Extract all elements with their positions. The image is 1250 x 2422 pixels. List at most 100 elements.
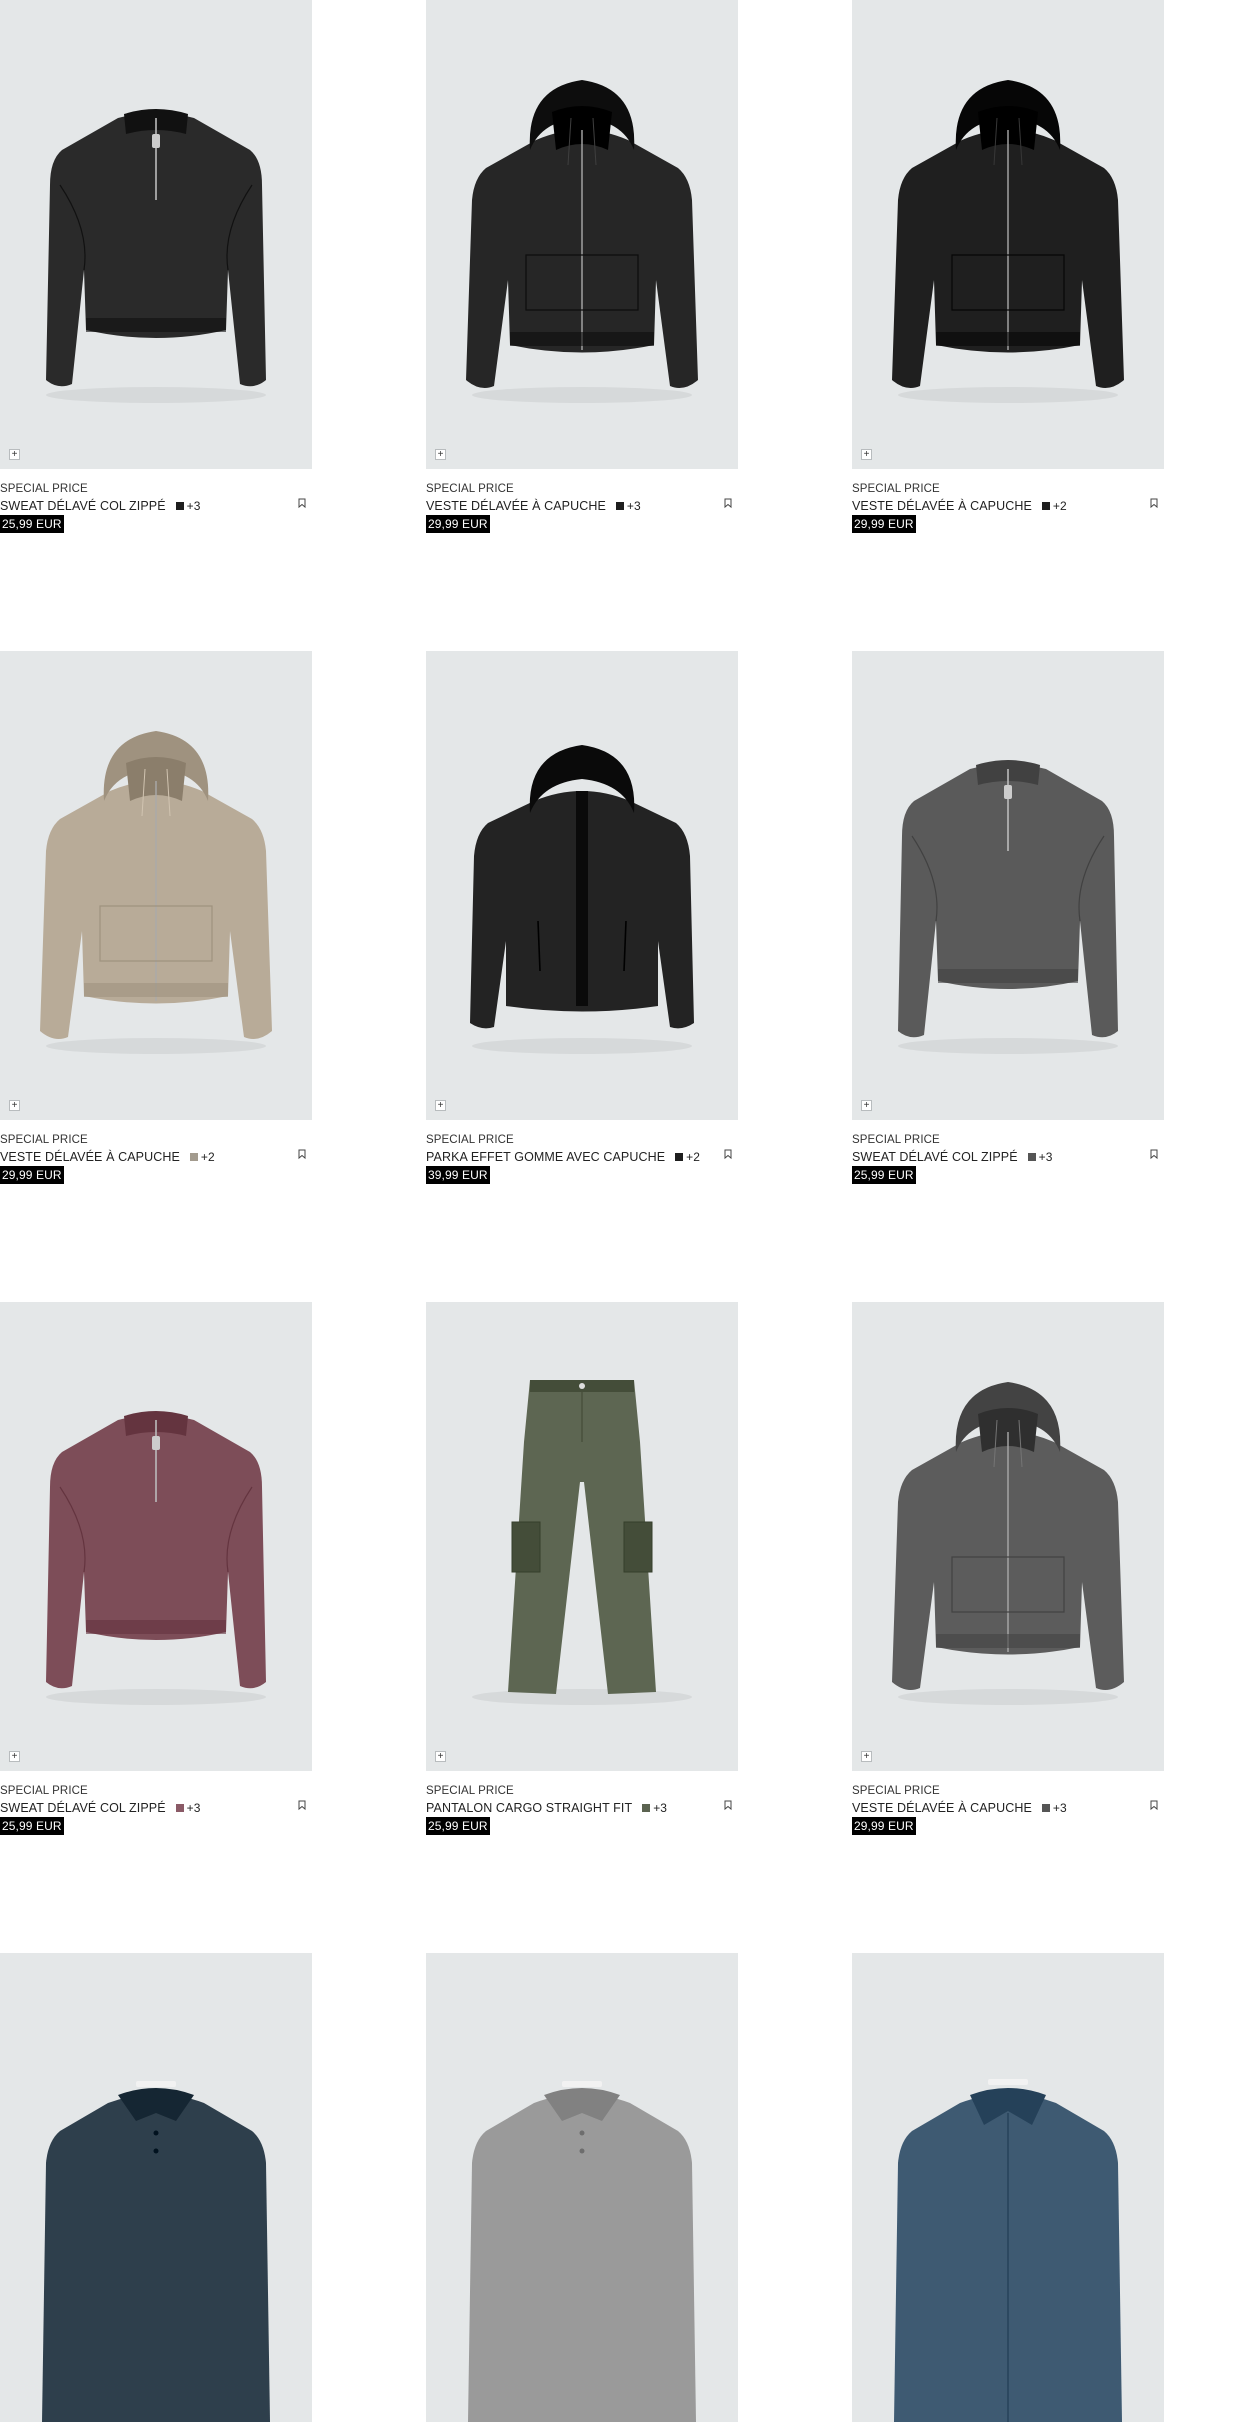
- more-colors-count[interactable]: +3: [1039, 1150, 1053, 1164]
- promo-tag: SPECIAL PRICE: [852, 483, 940, 495]
- more-colors-count[interactable]: +3: [653, 1801, 667, 1815]
- product-name-row: PANTALON CARGO STRAIGHT FIT +3: [426, 1798, 738, 1817]
- product-name-row: VESTE DÉLAVÉE À CAPUCHE +3: [426, 496, 738, 515]
- promo-tag: SPECIAL PRICE: [852, 1134, 940, 1146]
- quick-add-plus-icon[interactable]: +: [435, 1100, 446, 1111]
- product-info: SPECIAL PRICE SWEAT DÉLAVÉ COL ZIPPÉ +3 25,…: [0, 469, 312, 533]
- bookmark-icon[interactable]: [1148, 1147, 1160, 1161]
- product-name-link[interactable]: SWEAT DÉLAVÉ COL ZIPPÉ: [0, 499, 166, 513]
- color-swatch[interactable]: [1027, 1152, 1036, 1161]
- product-card[interactable]: [426, 1953, 738, 2422]
- bookmark-icon[interactable]: [1148, 496, 1160, 510]
- more-colors-count[interactable]: +3: [627, 499, 641, 513]
- quick-add-plus-icon[interactable]: +: [9, 449, 20, 460]
- product-grid: + SPECIAL PRICE SWEAT DÉLAVÉ COL ZIPPÉ +3 25…: [0, 0, 1250, 2422]
- color-swatch[interactable]: [615, 501, 624, 510]
- bookmark-icon[interactable]: [1148, 1798, 1160, 1812]
- promo-tag: SPECIAL PRICE: [852, 1785, 940, 1797]
- polo-garment: [42, 2081, 270, 2422]
- more-colors-count[interactable]: +2: [201, 1150, 215, 1164]
- color-swatch[interactable]: [642, 1803, 651, 1812]
- quick-add-plus-icon[interactable]: +: [9, 1100, 20, 1111]
- quick-add-plus-icon[interactable]: +: [861, 1100, 872, 1111]
- product-name-row: SWEAT DÉLAVÉ COL ZIPPÉ +3: [0, 1798, 312, 1817]
- bookmark-icon[interactable]: [296, 1147, 308, 1161]
- product-card[interactable]: + SPECIAL PRICE PARKA EFFET GOMME AVEC CAP…: [426, 651, 738, 1184]
- color-swatch[interactable]: [1041, 501, 1050, 510]
- bookmark-icon[interactable]: [296, 496, 308, 510]
- price-badge: 29,99 EUR: [852, 1817, 916, 1835]
- product-image[interactable]: +: [852, 0, 1164, 469]
- bookmark-icon[interactable]: [722, 1798, 734, 1812]
- product-image[interactable]: +: [0, 0, 312, 469]
- denim-shirt-garment: [894, 2079, 1122, 2422]
- product-name-link[interactable]: VESTE DÉLAVÉE À CAPUCHE: [0, 1150, 180, 1164]
- product-photo: [892, 80, 1124, 403]
- bookmark-icon[interactable]: [722, 496, 734, 510]
- product-image[interactable]: [426, 1953, 738, 2422]
- quick-add-plus-icon[interactable]: +: [9, 1751, 20, 1762]
- product-name-link[interactable]: SWEAT DÉLAVÉ COL ZIPPÉ: [0, 1801, 166, 1815]
- product-info: SPECIAL PRICE SWEAT DÉLAVÉ COL ZIPPÉ +3 25,…: [852, 1120, 1164, 1184]
- quick-add-plus-icon[interactable]: +: [861, 449, 872, 460]
- color-swatch[interactable]: [1041, 1803, 1050, 1812]
- product-card[interactable]: + SPECIAL PRICE VESTE DÉLAVÉE À CAPUCHE +3 2…: [426, 0, 738, 533]
- price-badge: 29,99 EUR: [0, 1166, 64, 1184]
- product-card[interactable]: + SPECIAL PRICE VESTE DÉLAVÉE À CAPUCHE +3 2…: [852, 1302, 1164, 1835]
- product-image[interactable]: [0, 1953, 312, 2422]
- more-colors-count[interactable]: +3: [1053, 1801, 1067, 1815]
- quick-add-plus-icon[interactable]: +: [435, 449, 446, 460]
- product-card[interactable]: + SPECIAL PRICE SWEAT DÉLAVÉ COL ZIPPÉ +3 25…: [0, 1302, 312, 1835]
- parka-garment: [470, 745, 694, 1054]
- color-swatch[interactable]: [175, 1803, 184, 1812]
- product-card[interactable]: + SPECIAL PRICE VESTE DÉLAVÉE À CAPUCHE +2 2…: [0, 651, 312, 1184]
- product-name-link[interactable]: PARKA EFFET GOMME AVEC CAPUCHE: [426, 1150, 665, 1164]
- product-name-link[interactable]: VESTE DÉLAVÉE À CAPUCHE: [426, 499, 606, 513]
- quick-add-plus-icon[interactable]: +: [861, 1751, 872, 1762]
- quarter-zip-garment: [46, 1411, 266, 1705]
- more-colors-count[interactable]: +3: [187, 1801, 201, 1815]
- product-card[interactable]: + SPECIAL PRICE SWEAT DÉLAVÉ COL ZIPPÉ +3 25…: [852, 651, 1164, 1184]
- product-name-row: SWEAT DÉLAVÉ COL ZIPPÉ +3: [0, 496, 312, 515]
- product-image[interactable]: +: [0, 1302, 312, 1771]
- product-name-link[interactable]: PANTALON CARGO STRAIGHT FIT: [426, 1801, 632, 1815]
- price-badge: 25,99 EUR: [852, 1166, 916, 1184]
- product-image[interactable]: +: [852, 1302, 1164, 1771]
- color-swatch[interactable]: [675, 1152, 684, 1161]
- bookmark-icon[interactable]: [296, 1798, 308, 1812]
- product-image[interactable]: +: [426, 651, 738, 1120]
- product-image[interactable]: +: [426, 1302, 738, 1771]
- promo-tag: SPECIAL PRICE: [0, 1134, 88, 1146]
- product-name-row: SWEAT DÉLAVÉ COL ZIPPÉ +3: [852, 1147, 1164, 1166]
- product-card[interactable]: + SPECIAL PRICE PANTALON CARGO STRAIGHT FI…: [426, 1302, 738, 1835]
- product-card[interactable]: [852, 1953, 1164, 2422]
- product-card[interactable]: + SPECIAL PRICE SWEAT DÉLAVÉ COL ZIPPÉ +3 25…: [0, 0, 312, 533]
- price-badge: 29,99 EUR: [852, 515, 916, 533]
- price-badge: 25,99 EUR: [0, 515, 64, 533]
- more-colors-count[interactable]: +2: [686, 1150, 700, 1164]
- product-image[interactable]: +: [0, 651, 312, 1120]
- product-name-link[interactable]: SWEAT DÉLAVÉ COL ZIPPÉ: [852, 1150, 1018, 1164]
- price-badge: 25,99 EUR: [0, 1817, 64, 1835]
- product-info: SPECIAL PRICE SWEAT DÉLAVÉ COL ZIPPÉ +3 25,…: [0, 1771, 312, 1835]
- hoodie-jacket-garment: [892, 1382, 1124, 1705]
- promo-tag: SPECIAL PRICE: [0, 1785, 88, 1797]
- price-badge: 39,99 EUR: [426, 1166, 490, 1184]
- product-photo: [472, 1380, 692, 1705]
- more-colors-count[interactable]: +2: [1053, 499, 1067, 513]
- promo-tag: SPECIAL PRICE: [426, 483, 514, 495]
- product-name-link[interactable]: VESTE DÉLAVÉE À CAPUCHE: [852, 1801, 1032, 1815]
- product-card[interactable]: + SPECIAL PRICE VESTE DÉLAVÉE À CAPUCHE +2 2…: [852, 0, 1164, 533]
- color-swatch[interactable]: [175, 501, 184, 510]
- product-name-link[interactable]: VESTE DÉLAVÉE À CAPUCHE: [852, 499, 1032, 513]
- product-card[interactable]: [0, 1953, 312, 2422]
- product-photo: [46, 1411, 266, 1705]
- bookmark-icon[interactable]: [722, 1147, 734, 1161]
- quick-add-plus-icon[interactable]: +: [435, 1751, 446, 1762]
- product-image[interactable]: +: [426, 0, 738, 469]
- product-image[interactable]: +: [852, 651, 1164, 1120]
- product-info: SPECIAL PRICE PARKA EFFET GOMME AVEC CAPU…: [426, 1120, 738, 1184]
- color-swatch[interactable]: [189, 1152, 198, 1161]
- product-image[interactable]: [852, 1953, 1164, 2422]
- more-colors-count[interactable]: +3: [187, 499, 201, 513]
